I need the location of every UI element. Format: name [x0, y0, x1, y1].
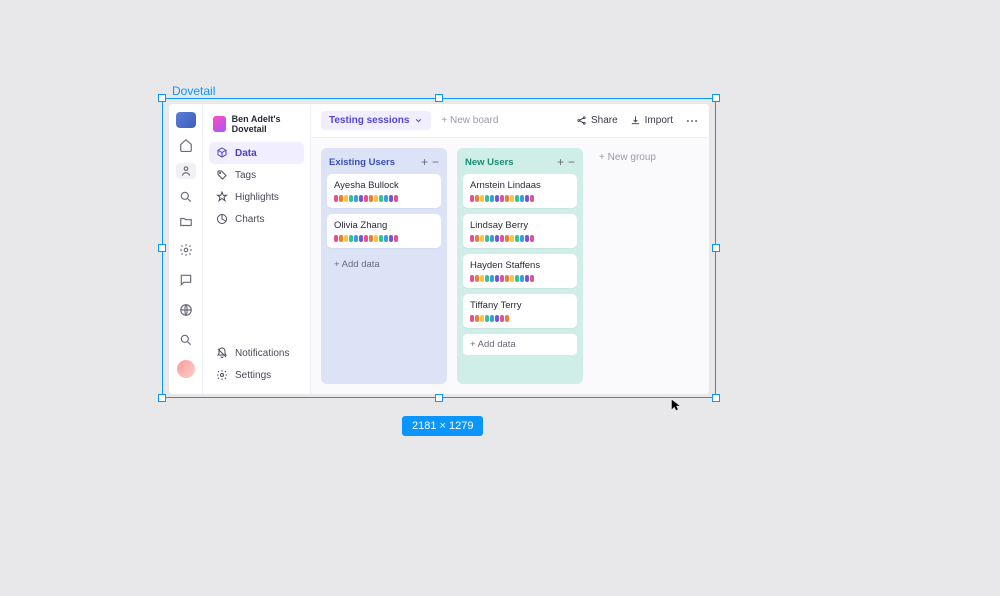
column-header: Existing Users +− — [327, 154, 441, 168]
tag-dots — [470, 195, 570, 202]
add-data-button[interactable]: + Add data — [327, 254, 441, 275]
data-card[interactable]: Lindsay Berry — [463, 214, 577, 248]
column-add-button[interactable]: + — [421, 156, 428, 168]
workspace-header[interactable]: Ben Adelt's Dovetail — [209, 112, 304, 142]
charts-icon — [216, 213, 228, 225]
column-header: New Users +− — [463, 154, 577, 168]
resize-handle-tr[interactable] — [712, 94, 720, 102]
app-logo[interactable] — [176, 112, 196, 128]
sidebar-item-label: Notifications — [235, 348, 289, 359]
selection-label: Dovetail — [172, 84, 215, 98]
dots-icon — [685, 114, 699, 128]
sidebar: Ben Adelt's Dovetail Data Tags Highlights C… — [203, 104, 311, 394]
column-title: Existing Users — [329, 157, 417, 168]
board-column-new: New Users +− Arnstein Lindaas Lindsay Berry… — [457, 148, 583, 384]
search-icon[interactable] — [176, 189, 196, 205]
rail-nav — [169, 104, 203, 394]
user-avatar[interactable] — [177, 360, 195, 378]
resize-handle-bl[interactable] — [158, 394, 166, 402]
data-card[interactable]: Olivia Zhang — [327, 214, 441, 248]
resize-handle-ml[interactable] — [158, 244, 166, 252]
sidebar-item-label: Highlights — [235, 192, 279, 203]
chat-icon[interactable] — [176, 270, 196, 290]
new-board-button[interactable]: + New board — [441, 115, 498, 126]
highlights-icon — [216, 191, 228, 203]
sidebar-item-notifications[interactable]: Notifications — [209, 342, 304, 364]
column-collapse-button[interactable]: − — [432, 156, 439, 168]
people-icon[interactable] — [176, 163, 196, 179]
tag-dots — [470, 275, 570, 282]
data-card[interactable]: Ayesha Bullock — [327, 174, 441, 208]
import-button[interactable]: Import — [630, 115, 673, 126]
dimensions-badge: 2181 × 1279 — [402, 416, 483, 436]
sidebar-item-data[interactable]: Data — [209, 142, 304, 164]
sidebar-item-label: Charts — [235, 214, 264, 225]
breadcrumb-dropdown[interactable]: Testing sessions — [321, 111, 431, 130]
more-menu-button[interactable] — [685, 114, 699, 128]
new-group-button[interactable]: + New group — [593, 148, 662, 167]
notifications-icon — [216, 347, 228, 359]
data-card[interactable]: Arnstein Lindaas — [463, 174, 577, 208]
resize-handle-tm[interactable] — [435, 94, 443, 102]
resize-handle-br[interactable] — [712, 394, 720, 402]
board-column-existing: Existing Users +− Ayesha Bullock Olivia Zha… — [321, 148, 447, 384]
globe-icon[interactable] — [176, 300, 196, 320]
card-name: Hayden Staffens — [470, 260, 570, 271]
card-name: Tiffany Terry — [470, 300, 570, 311]
import-label: Import — [645, 115, 673, 126]
chevron-down-icon — [414, 116, 423, 125]
search-icon-2[interactable] — [176, 330, 196, 350]
cursor-icon — [670, 398, 684, 412]
resize-handle-tl[interactable] — [158, 94, 166, 102]
sidebar-item-label: Data — [235, 148, 257, 159]
tag-dots — [470, 235, 570, 242]
data-icon — [216, 147, 228, 159]
gear-icon[interactable] — [176, 240, 196, 260]
tag-dots — [334, 235, 434, 242]
folder-icon[interactable] — [176, 214, 196, 230]
sidebar-item-settings[interactable]: Settings — [209, 364, 304, 386]
sidebar-item-highlights[interactable]: Highlights — [209, 186, 304, 208]
add-data-button[interactable]: + Add data — [463, 334, 577, 355]
breadcrumb-label: Testing sessions — [329, 115, 409, 126]
sidebar-item-charts[interactable]: Charts — [209, 208, 304, 230]
resize-handle-mr[interactable] — [712, 244, 720, 252]
card-name: Olivia Zhang — [334, 220, 434, 231]
card-name: Arnstein Lindaas — [470, 180, 570, 191]
import-icon — [630, 115, 641, 126]
settings-icon — [216, 369, 228, 381]
home-icon[interactable] — [176, 138, 196, 154]
card-name: Ayesha Bullock — [334, 180, 434, 191]
column-add-button[interactable]: + — [557, 156, 564, 168]
topbar: Testing sessions + New board Share Impor… — [311, 104, 709, 138]
sidebar-item-tags[interactable]: Tags — [209, 164, 304, 186]
tag-dots — [470, 315, 570, 322]
dovetail-app-window: Ben Adelt's Dovetail Data Tags Highlights C… — [169, 104, 709, 394]
column-title: New Users — [465, 157, 553, 168]
sidebar-item-label: Settings — [235, 370, 271, 381]
data-card[interactable]: Tiffany Terry — [463, 294, 577, 328]
tag-dots — [334, 195, 434, 202]
card-name: Lindsay Berry — [470, 220, 570, 231]
share-label: Share — [591, 115, 618, 126]
main-area: Testing sessions + New board Share Impor… — [311, 104, 709, 394]
tags-icon — [216, 169, 228, 181]
resize-handle-bm[interactable] — [435, 394, 443, 402]
share-icon — [576, 115, 587, 126]
sidebar-item-label: Tags — [235, 170, 256, 181]
workspace-name: Ben Adelt's Dovetail — [232, 114, 300, 134]
share-button[interactable]: Share — [576, 115, 618, 126]
data-card[interactable]: Hayden Staffens — [463, 254, 577, 288]
workspace-logo — [213, 116, 226, 132]
board-area: Existing Users+−Ayesha BullockOlivia Zha… — [311, 138, 709, 394]
column-collapse-button[interactable]: − — [568, 156, 575, 168]
